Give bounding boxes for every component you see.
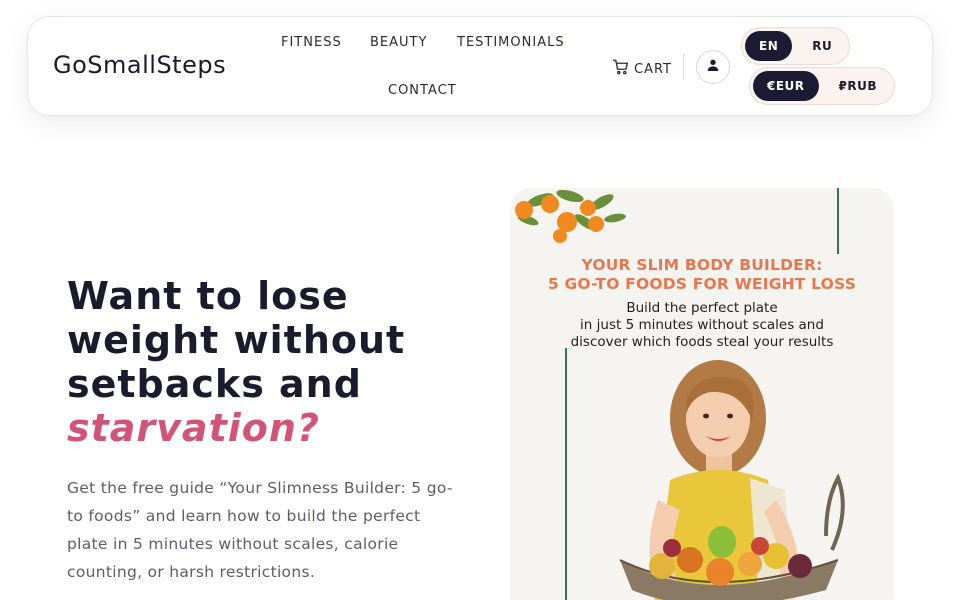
nav-fitness[interactable]: FITNESS — [281, 35, 342, 50]
currency-eur-option[interactable]: €EUR — [753, 71, 819, 101]
guide-title: YOUR SLIM BODY BUILDER: 5 GO-TO FOODS FO… — [510, 256, 894, 294]
cart-label: CART — [634, 61, 672, 77]
guide-subtitle-line: in just 5 minutes without scales and — [580, 317, 824, 333]
guide-title-line: YOUR SLIM BODY BUILDER: — [581, 256, 823, 274]
hero-title-main: Want to lose weight without setbacks and — [67, 274, 406, 406]
cart-icon — [612, 58, 630, 80]
account-button[interactable] — [696, 50, 730, 84]
guide-subtitle: Build the perfect plate in just 5 minute… — [510, 300, 894, 351]
currency-rub-option[interactable]: ₽RUB — [825, 71, 891, 101]
language-switcher: EN RU — [741, 27, 851, 65]
decorative-line — [837, 188, 839, 254]
nav-beauty[interactable]: BEAUTY — [370, 35, 427, 50]
orange-branch-illustration — [515, 189, 626, 243]
hero-description: Get the free guide “Your Slimness Builde… — [67, 479, 453, 581]
hero-title: Want to lose weight without setbacks and… — [67, 274, 447, 450]
woman-with-fruit-basket-illustration — [619, 360, 845, 600]
guide-subtitle-line: discover which foods steal your results — [570, 334, 834, 350]
hero-title-accent: starvation? — [67, 406, 320, 450]
cart-button[interactable]: CART — [612, 58, 672, 80]
site-header: GoSmallSteps FITNESS BEAUTY TESTIMONIALS… — [27, 16, 933, 116]
guide-subtitle-line: Build the perfect plate — [626, 300, 778, 316]
header-divider — [683, 54, 684, 80]
nav-contact[interactable]: CONTACT — [388, 83, 457, 98]
site-logo[interactable]: GoSmallSteps — [53, 51, 226, 79]
lang-ru-option[interactable]: RU — [798, 31, 846, 61]
lang-en-option[interactable]: EN — [745, 31, 793, 61]
currency-switcher: €EUR ₽RUB — [749, 67, 896, 105]
guide-title-line: 5 GO-TO FOODS FOR WEIGHT LOSS — [547, 275, 857, 293]
decorative-line — [565, 348, 567, 600]
user-icon — [705, 57, 721, 77]
nav-testimonials[interactable]: TESTIMONIALS — [457, 35, 565, 50]
guide-cover-image: YOUR SLIM BODY BUILDER: 5 GO-TO FOODS FO… — [510, 188, 894, 600]
